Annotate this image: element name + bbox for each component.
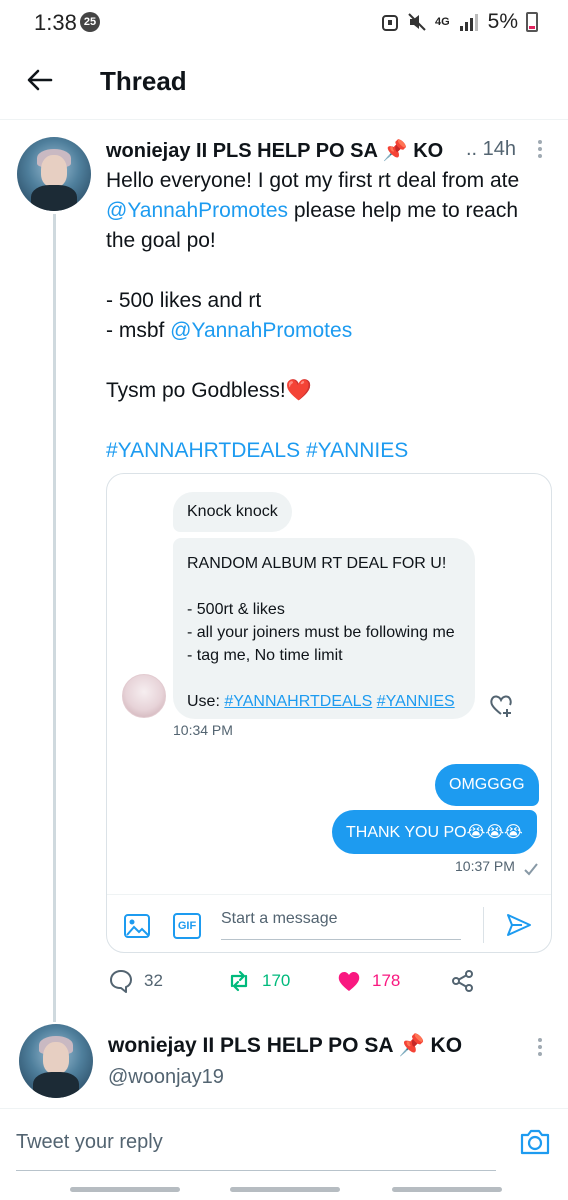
battery-level: 5% xyxy=(487,10,518,33)
tweet-text-fragment: please help me to reach xyxy=(288,199,519,222)
mention-link[interactable]: @YannahPromotes xyxy=(170,319,352,342)
tweet-author-name[interactable]: woniejay II PLS HELP PO SA 📌 KO xyxy=(106,138,443,163)
dm-text-fragment: Use: xyxy=(187,693,225,710)
retweet-count: 170 xyxy=(262,971,291,990)
status-bar: 1:38 25 4G 5% xyxy=(0,0,568,44)
reply-button[interactable]: 32 xyxy=(108,966,163,996)
image-icon xyxy=(124,914,150,938)
back-arrow-icon[interactable] xyxy=(24,64,56,96)
share-icon[interactable] xyxy=(450,968,476,994)
reply-icon xyxy=(110,970,132,993)
alarm-icon xyxy=(381,15,398,31)
thread-connector-line xyxy=(53,214,56,1022)
tweet-text-line: the goal po! xyxy=(106,229,216,252)
tweet-text-line: - msbf @YannahPromotes xyxy=(106,316,352,346)
dm-text-line: - all your joiners must be following me xyxy=(187,624,455,641)
avatar[interactable] xyxy=(17,137,91,211)
dm-hashtag-link: #YANNIES xyxy=(376,693,455,710)
page-title: Thread xyxy=(100,66,187,96)
tweet-text-line: Hello everyone! I got my first rt deal f… xyxy=(106,169,520,192)
dm-text-line: RANDOM ALBUM RT DEAL FOR U! xyxy=(187,555,447,572)
tweet-text-line: - 500 likes and rt xyxy=(106,289,262,312)
hashtags-link[interactable]: #YANNAHRTDEALS #YANNIES xyxy=(106,436,408,466)
dm-hashtag-link: #YANNAHRTDEALS xyxy=(224,693,373,710)
status-icons: 4G 5% xyxy=(381,10,538,34)
send-icon xyxy=(507,914,531,936)
retweet-icon xyxy=(230,970,248,992)
notification-count-badge: 25 xyxy=(80,12,100,32)
dm-text-line: - 500rt & likes xyxy=(187,601,285,618)
reply-input[interactable]: Tweet your reply xyxy=(16,1131,496,1171)
dm-message-input: Start a message xyxy=(221,910,461,940)
check-icon xyxy=(524,863,538,876)
more-options-icon[interactable] xyxy=(535,138,545,162)
like-button[interactable]: 178 xyxy=(336,966,400,996)
dm-bubble-received: RANDOM ALBUM RT DEAL FOR U! - 500rt & li… xyxy=(173,538,475,719)
dm-sent-time: 10:37 PM xyxy=(455,858,515,874)
nav-gesture-bar xyxy=(392,1187,502,1192)
battery-icon xyxy=(526,12,538,32)
nav-gesture-bar xyxy=(230,1187,340,1192)
dm-text-line: - tag me, No time limit xyxy=(187,647,343,664)
thread-header: Thread xyxy=(0,44,568,120)
nav-gesture-bar xyxy=(70,1187,180,1192)
tweet-text-line: @YannahPromotes please help me to reach xyxy=(106,196,518,226)
dm-bubble-received: Knock knock xyxy=(173,492,292,532)
network-type: 4G xyxy=(434,16,450,28)
camera-icon[interactable] xyxy=(518,1127,552,1157)
tweet-timestamp: .. 14h xyxy=(466,138,517,160)
tweet-text-fragment: - msbf xyxy=(106,319,171,342)
mention-link[interactable]: @YannahPromotes xyxy=(106,199,288,222)
tweet-text-line: Tysm po Godbless!❤️ xyxy=(106,379,312,402)
add-reaction-icon xyxy=(490,695,512,717)
dm-received-time: 10:34 PM xyxy=(173,722,233,738)
gif-icon: GIF xyxy=(173,913,201,939)
dm-sender-avatar xyxy=(122,674,166,718)
retweet-button[interactable]: 170 xyxy=(226,966,290,996)
signal-icon xyxy=(459,14,478,31)
mute-icon xyxy=(408,13,426,31)
status-time: 1:38 xyxy=(34,10,77,35)
like-count: 178 xyxy=(372,971,401,990)
reply-count: 32 xyxy=(144,971,163,990)
attached-image-dm[interactable]: Knock knock RANDOM ALBUM RT DEAL FOR U! … xyxy=(106,473,552,953)
composer-divider xyxy=(483,907,484,943)
reply-composer: Tweet your reply xyxy=(0,1108,568,1172)
more-options-icon[interactable] xyxy=(535,1036,545,1060)
heart-filled-icon xyxy=(338,972,360,991)
reply-author-handle: @woonjay19 xyxy=(108,1066,224,1088)
reply-author-name[interactable]: woniejay II PLS HELP PO SA 📌 KO xyxy=(108,1034,462,1058)
dm-bubble-sent: OMGGGG xyxy=(435,764,539,806)
avatar[interactable] xyxy=(19,1024,93,1098)
dm-bubble-sent: THANK YOU PO😭😭😭 xyxy=(332,810,537,854)
dm-text-line: Use: #YANNAHRTDEALS #YANNIES xyxy=(187,690,461,713)
dm-composer: GIF Start a message xyxy=(107,894,551,952)
